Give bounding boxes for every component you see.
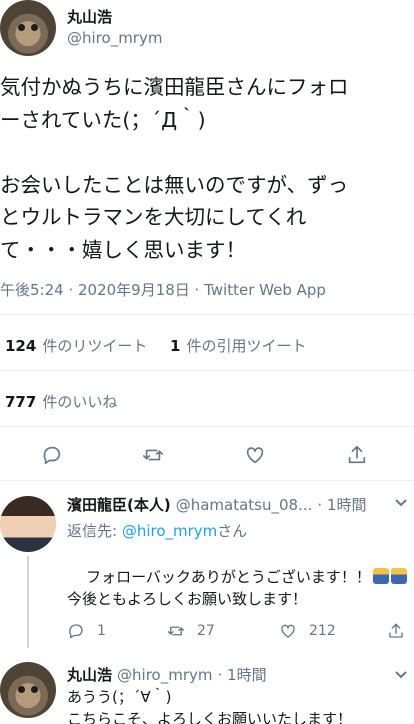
reply-author-name[interactable]: 濱田龍臣(本人) — [67, 494, 171, 515]
main-tweet-header: 丸山浩 @hiro_mrym — [0, 0, 414, 60]
reply-text: 今後ともよろしくお願い致します！ — [67, 590, 308, 608]
replying-to-prefix: 返信先: — [67, 522, 122, 540]
retweet-icon — [143, 449, 163, 461]
more-menu-button[interactable] — [394, 494, 408, 508]
retweet-stat[interactable]: 124 件のリツイート — [5, 335, 147, 356]
reply-time[interactable]: · 1時間 — [217, 664, 266, 685]
reply-text: フォローバックありがとうございます！！ — [86, 568, 371, 586]
reply-action-bar: 1 27 212 — [67, 622, 407, 644]
thread-line — [27, 556, 29, 648]
share-icon — [348, 445, 366, 464]
reply-retweet-button[interactable]: 27 — [167, 622, 215, 640]
reply-tweet[interactable]: 濱田龍臣(本人) @hamatatsu_08... · 1時間 返信先: @hi… — [0, 484, 414, 654]
reply-reply-button[interactable]: 1 — [67, 622, 106, 640]
like-stat[interactable]: 777 件のいいね — [5, 391, 117, 412]
share-button[interactable] — [342, 440, 372, 470]
like-label: 件のいいね — [42, 393, 118, 411]
reply-time[interactable]: · 1時間 — [317, 494, 366, 515]
author-avatar[interactable] — [0, 0, 56, 56]
more-menu-button[interactable] — [394, 666, 408, 680]
chevron-down-icon — [395, 499, 407, 507]
author-name[interactable]: 丸山浩 — [67, 6, 112, 27]
replying-to: 返信先: @hiro_mrymさん — [67, 520, 247, 541]
reply-author-handle[interactable]: @hamatatsu_08... — [176, 496, 313, 514]
reply-text: あうう(；´∀｀) こちらこそ、よろしくお願いいたします！ — [67, 688, 353, 724]
retweet-count: 124 — [5, 337, 37, 355]
reply-author-avatar[interactable] — [0, 662, 56, 718]
reply-icon — [43, 446, 61, 465]
like-count: 777 — [5, 393, 37, 411]
tweet-text: 気付かぬうちに濱田龍臣さんにフォロ ーされていた(；´Д｀) お会いしたことは無… — [0, 75, 349, 262]
reply-like-count: 212 — [309, 623, 336, 639]
tweet-action-bar — [0, 440, 414, 470]
divider — [0, 480, 414, 481]
reply-header: 丸山浩 @hiro_mrym · 1時間 — [67, 664, 267, 685]
author-handle[interactable]: @hiro_mrym — [67, 29, 162, 47]
tweet-timestamp[interactable]: 午後5:24 · 2020年9月18日 · Twitter Web App — [0, 279, 326, 300]
reply-header: 濱田龍臣(本人) @hamatatsu_08... · 1時間 — [67, 494, 366, 515]
quote-count: 1 — [170, 337, 181, 355]
reply-tweet[interactable]: 丸山浩 @hiro_mrym · 1時間 あうう(；´∀｀) こちらこそ、よろし… — [0, 656, 414, 724]
retweet-button[interactable] — [138, 440, 168, 470]
share-icon — [389, 623, 403, 638]
reply-retweet-count: 27 — [197, 623, 215, 639]
divider — [0, 426, 414, 427]
emoji-icon — [372, 568, 407, 584]
reply-author-handle[interactable]: @hiro_mrym — [117, 666, 212, 684]
divider — [0, 370, 414, 371]
like-icon — [281, 624, 295, 638]
quote-stat[interactable]: 1 件の引用ツイート — [170, 335, 306, 356]
replying-to-suffix: さん — [217, 522, 248, 540]
reply-button[interactable] — [37, 440, 67, 470]
like-icon — [246, 447, 264, 464]
retweet-icon — [167, 626, 185, 636]
reply-reply-count: 1 — [97, 623, 106, 639]
reply-icon — [69, 624, 83, 639]
reply-share-button[interactable] — [387, 622, 405, 640]
replying-to-handle[interactable]: @hiro_mrym — [122, 522, 217, 540]
retweet-label: 件のリツイート — [42, 337, 148, 355]
chevron-down-icon — [395, 671, 407, 679]
like-button[interactable] — [240, 440, 270, 470]
divider — [0, 314, 414, 315]
quote-label: 件の引用ツイート — [186, 337, 307, 355]
reply-author-avatar[interactable] — [0, 496, 56, 552]
reply-like-button[interactable]: 212 — [279, 622, 336, 640]
reply-author-name[interactable]: 丸山浩 — [67, 664, 112, 685]
